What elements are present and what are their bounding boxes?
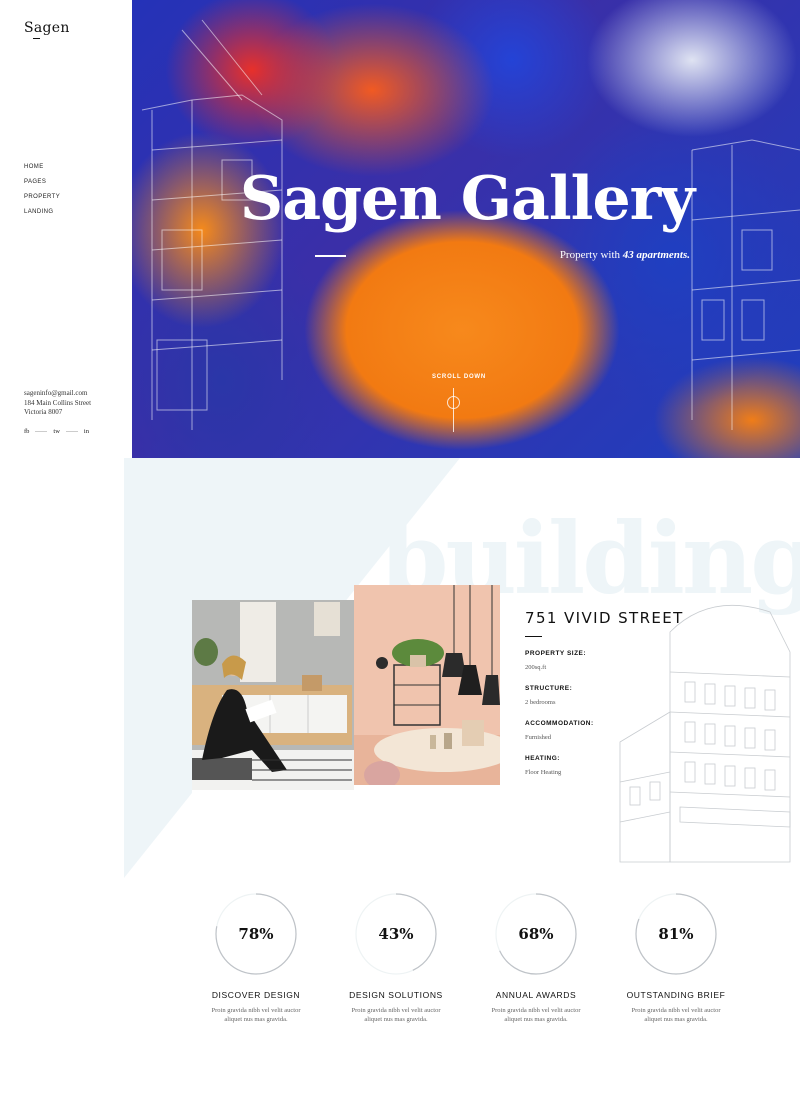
nav-item-home[interactable]: HOME bbox=[24, 160, 60, 175]
scroll-down-link[interactable]: SCROLL DOWN bbox=[432, 374, 486, 380]
nav-item-property[interactable]: PROPERTY bbox=[24, 190, 60, 205]
hero-subtitle: Property with 43 apartments. bbox=[560, 249, 690, 261]
main-nav: HOME PAGES PROPERTY LANDING bbox=[24, 160, 60, 220]
stat-description: Proin gravida nibh vel velit auctor aliq… bbox=[351, 1007, 441, 1023]
site-logo[interactable]: Sagen bbox=[24, 20, 70, 36]
building-sketch bbox=[619, 604, 791, 863]
contact-address-line2: Victoria 8007 bbox=[24, 408, 63, 416]
contact-email[interactable]: sageninfo@gmail.com bbox=[24, 389, 91, 399]
hero-subtitle-emphasis: 43 apartments. bbox=[622, 249, 690, 261]
progress-ring: 78% bbox=[214, 892, 298, 976]
stat-value: 68% bbox=[518, 925, 554, 943]
stat-value: 81% bbox=[658, 925, 694, 943]
structure-label: STRUCTURE: bbox=[525, 685, 573, 692]
heating-value: Floor Heating bbox=[525, 769, 562, 776]
property-size-label: PROPERTY SIZE: bbox=[525, 650, 587, 657]
progress-ring: 68% bbox=[494, 892, 578, 976]
interior-photo-dining bbox=[354, 585, 500, 785]
stat-card: 68% ANNUAL AWARDS Proin gravida nibh vel… bbox=[456, 892, 616, 1024]
stat-title: DISCOVER DESIGN bbox=[211, 990, 301, 1000]
stat-title: ANNUAL AWARDS bbox=[495, 990, 577, 1000]
progress-ring: 43% bbox=[354, 892, 438, 976]
stat-title: OUTSTANDING BRIEF bbox=[626, 990, 726, 1000]
social-divider bbox=[35, 431, 48, 432]
scroll-indicator-line bbox=[453, 388, 454, 432]
stat-description: Proin gravida nibh vel velit auctor aliq… bbox=[491, 1007, 581, 1023]
contact-address-line1: 184 Main Collins Street bbox=[24, 398, 92, 407]
scroll-indicator-circle[interactable] bbox=[447, 396, 460, 409]
progress-ring: 81% bbox=[634, 892, 718, 976]
stat-title: DESIGN SOLUTIONS bbox=[349, 990, 443, 1000]
accommodation-label: ACCOMMODATION: bbox=[525, 720, 594, 727]
hero-title-underline bbox=[315, 255, 346, 257]
accommodation-value: Furnished bbox=[525, 734, 551, 741]
structure-value: 2 bedrooms bbox=[525, 699, 556, 706]
contact-info: sageninfo@gmail.com 184 Main Collins Str… bbox=[24, 389, 91, 418]
stat-value: 43% bbox=[378, 925, 414, 943]
stat-card: 78% DISCOVER DESIGN Proin gravida nibh v… bbox=[176, 892, 336, 1024]
stat-description: Proin gravida nibh vel velit auctor aliq… bbox=[211, 1007, 301, 1023]
heating-label: HEATING: bbox=[525, 755, 560, 762]
social-link-instagram[interactable]: in bbox=[84, 428, 89, 435]
social-link-facebook[interactable]: fb bbox=[24, 428, 29, 435]
stat-card: 81% OUTSTANDING BRIEF Proin gravida nibh… bbox=[596, 892, 756, 1024]
social-link-twitter[interactable]: tw bbox=[53, 428, 60, 435]
interior-photo-reading bbox=[192, 600, 354, 790]
hero-banner: Sagen Gallery Property with 43 apartment… bbox=[132, 0, 800, 458]
stat-value: 78% bbox=[238, 925, 274, 943]
social-divider bbox=[65, 431, 78, 432]
hero-subtitle-prefix: Property with bbox=[559, 249, 623, 261]
logo-underline bbox=[33, 38, 40, 39]
property-title-underline bbox=[525, 636, 542, 637]
property-size-value: 200sq.ft bbox=[525, 664, 547, 671]
stat-description: Proin gravida nibh vel velit auctor aliq… bbox=[631, 1007, 721, 1023]
social-links: fb tw in bbox=[24, 428, 89, 435]
stat-card: 43% DESIGN SOLUTIONS Proin gravida nibh … bbox=[316, 892, 476, 1024]
sidebar: Sagen HOME PAGES PROPERTY LANDING sageni… bbox=[0, 0, 132, 458]
nav-item-landing[interactable]: LANDING bbox=[24, 205, 60, 220]
hero-title: Sagen Gallery bbox=[239, 164, 695, 234]
nav-item-pages[interactable]: PAGES bbox=[24, 175, 60, 190]
property-title: 751 VIVID STREET bbox=[525, 609, 684, 627]
